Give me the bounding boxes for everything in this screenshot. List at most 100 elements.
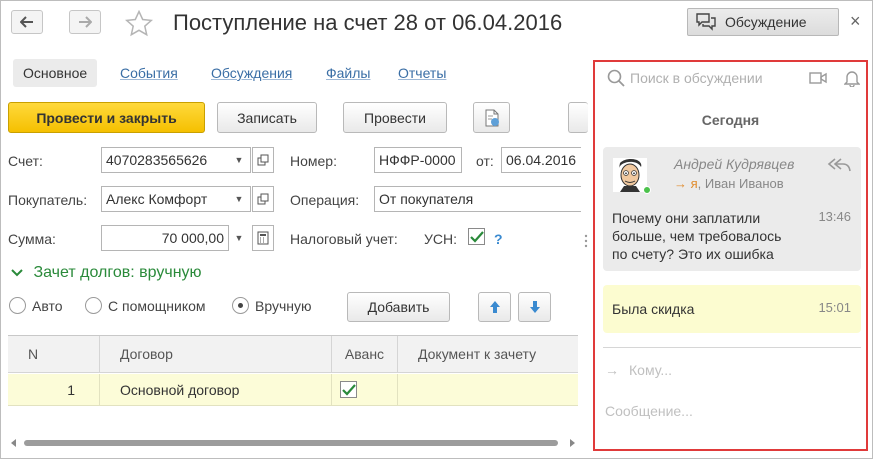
tax-label: Налоговый учет:: [290, 231, 398, 247]
bell-icon[interactable]: [844, 69, 860, 87]
usn-checkbox[interactable]: [468, 228, 485, 245]
radio-circle-selected: [232, 297, 249, 314]
message-text: Была скидка: [612, 301, 695, 317]
calculator-button[interactable]: [252, 225, 274, 251]
radio-manual-label: Вручную: [255, 297, 312, 314]
arrow-up-icon: [489, 301, 500, 313]
recipient-others: , Иван Иванов: [697, 176, 784, 191]
message-time: 13:46: [818, 209, 851, 224]
usn-label: УСН:: [424, 231, 458, 247]
message-own[interactable]: Была скидка 15:01: [603, 285, 861, 333]
video-call-icon[interactable]: [809, 71, 827, 85]
date-field[interactable]: 06.04.2016: [501, 147, 581, 173]
favorite-star-icon[interactable]: [124, 9, 154, 40]
message-text: Почему они заплатили больше, чем требова…: [612, 209, 781, 263]
add-button[interactable]: Добавить: [347, 292, 450, 322]
recipient-arrow-icon: →: [674, 176, 687, 191]
day-separator: Сегодня: [701, 112, 760, 128]
column-header-advance[interactable]: Аванс: [332, 336, 398, 373]
arrow-right-icon: →: [605, 362, 619, 378]
chevron-down-icon: [11, 269, 23, 277]
tab-reports[interactable]: Отчеты: [398, 62, 446, 90]
radio-manual[interactable]: Вручную: [232, 297, 312, 314]
discussion-search[interactable]: Поиск в обсуждении: [607, 69, 763, 87]
message-author: Андрей Кудрявцев: [674, 156, 795, 172]
document-report-icon: [485, 109, 499, 126]
document-window: Поступление на счет 28 от 06.04.2016 Обс…: [0, 0, 873, 459]
operation-field[interactable]: От покупателя: [374, 186, 581, 212]
table-header: N Договор Аванс Документ к зачету: [8, 336, 578, 373]
search-icon: [607, 69, 625, 87]
recipient-me: я: [690, 176, 698, 191]
tab-events[interactable]: События: [120, 62, 178, 90]
arrow-down-icon: [529, 301, 540, 313]
print-report-button[interactable]: [473, 102, 510, 133]
message-text-line: больше, чем требовалось: [612, 228, 782, 244]
message-recipients: → я, Иван Иванов: [674, 176, 784, 191]
move-up-button[interactable]: [478, 292, 511, 322]
discussion-panel: Поиск в обсуждении Сегодня Андрей Кудряв…: [593, 60, 868, 451]
column-header-n[interactable]: N: [8, 336, 100, 373]
open-account-button[interactable]: [252, 147, 274, 173]
checkmark-icon: [341, 383, 356, 396]
chevron-down-icon[interactable]: ▼: [229, 186, 249, 212]
reply-all-icon[interactable]: [827, 157, 851, 173]
discussion-toggle-button[interactable]: Обсуждение: [687, 8, 839, 36]
divider: [603, 347, 861, 348]
column-header-document[interactable]: Документ к зачету: [398, 336, 578, 373]
operation-label: Операция:: [290, 192, 360, 208]
arrow-left-icon: [20, 16, 33, 28]
number-field[interactable]: НФФР-0000: [374, 147, 462, 173]
post-button[interactable]: Провести: [343, 102, 447, 133]
window-title: Поступление на счет 28 от 06.04.2016: [173, 10, 563, 35]
radio-helper[interactable]: С помощником: [85, 297, 206, 314]
forward-button[interactable]: [69, 10, 101, 34]
scroll-right-icon[interactable]: [568, 439, 576, 447]
chevron-down-icon[interactable]: ▼: [229, 147, 249, 173]
radio-circle: [9, 297, 26, 314]
row-advance-cell[interactable]: [332, 374, 398, 406]
message-input[interactable]: Сообщение...: [605, 403, 693, 419]
discussion-toggle-label: Обсуждение: [725, 14, 807, 30]
radio-helper-label: С помощником: [108, 297, 206, 314]
post-and-close-button[interactable]: Провести и закрыть: [8, 102, 205, 133]
drag-handle-icon: [584, 234, 588, 248]
radio-auto-label: Авто: [32, 297, 63, 314]
back-button[interactable]: [11, 10, 43, 34]
radio-auto[interactable]: Авто: [9, 297, 63, 314]
sum-label: Сумма:: [8, 231, 56, 247]
panel-splitter[interactable]: [581, 51, 591, 451]
help-link[interactable]: ?: [494, 231, 503, 247]
chat-icon: [696, 13, 716, 31]
open-window-icon: [257, 154, 269, 166]
table-row[interactable]: 1 Основной договор: [8, 374, 578, 406]
tab-files[interactable]: Файлы: [326, 62, 370, 90]
number-label: Номер:: [290, 153, 337, 169]
open-buyer-button[interactable]: [252, 186, 274, 212]
advance-checkbox[interactable]: [340, 381, 357, 398]
row-contract[interactable]: Основной договор: [100, 374, 332, 406]
move-down-button[interactable]: [518, 292, 551, 322]
column-header-contract[interactable]: Договор: [100, 336, 332, 373]
date-label: от:: [476, 153, 494, 169]
radio-circle: [85, 297, 102, 314]
debts-table: N Договор Аванс Документ к зачету 1 Осно…: [8, 335, 578, 443]
scroll-left-icon[interactable]: [10, 439, 18, 447]
horizontal-scrollbar[interactable]: [8, 438, 578, 448]
message-time: 15:01: [818, 300, 851, 315]
message-received[interactable]: Андрей Кудрявцев → я, Иван Иванов Почему…: [603, 147, 861, 271]
message-text-line: по счету? Это их ошибка: [612, 246, 774, 262]
sum-field[interactable]: 70 000,00: [101, 225, 229, 251]
row-document[interactable]: [398, 374, 578, 406]
tab-discussions[interactable]: Обсуждения: [211, 62, 292, 90]
account-label: Счет:: [8, 153, 43, 169]
calculator-icon: [257, 231, 269, 245]
search-placeholder: Поиск в обсуждении: [630, 70, 763, 86]
close-icon[interactable]: ×: [850, 11, 861, 32]
tab-main[interactable]: Основное: [13, 59, 98, 87]
chevron-down-icon[interactable]: ▼: [229, 225, 249, 251]
scrollbar-thumb[interactable]: [24, 440, 558, 446]
debts-section-header[interactable]: Зачет долгов: вручную: [11, 264, 202, 282]
save-button[interactable]: Записать: [217, 102, 317, 133]
recipient-input[interactable]: → Кому...: [605, 362, 672, 378]
